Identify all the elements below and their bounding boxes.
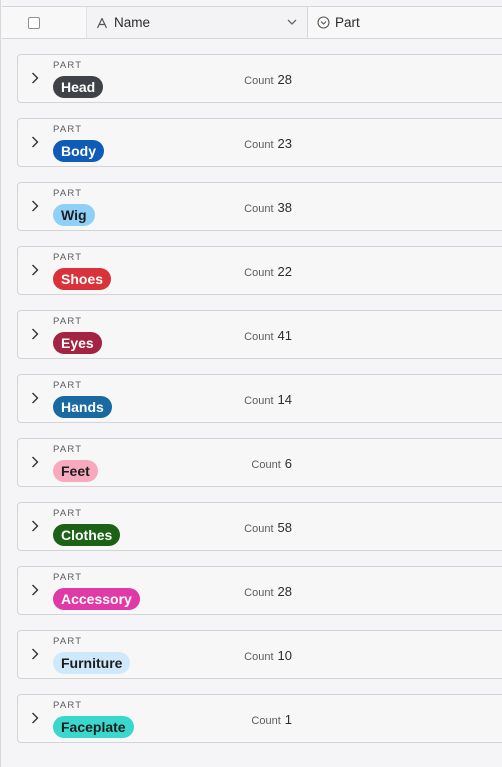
column-header-name-label: Name — [114, 15, 151, 30]
group-header-row[interactable]: PART Shoes Count 22 — [17, 246, 502, 295]
count-label: Count — [244, 331, 274, 343]
count-label: Count — [251, 715, 281, 727]
group-field-label: PART — [53, 316, 83, 327]
group-field-label: PART — [53, 60, 83, 71]
group-field-label: PART — [53, 188, 83, 199]
count-value: 6 — [284, 456, 292, 471]
group-count: Count 28 — [18, 72, 292, 87]
group-field-label: PART — [53, 700, 83, 711]
group-header-row[interactable]: PART Faceplate Count 1 — [17, 694, 502, 743]
group-count: Count 10 — [18, 648, 292, 663]
group-header-row[interactable]: PART Clothes Count 58 — [17, 502, 502, 551]
group-header-row[interactable]: PART Head Count 28 — [17, 54, 502, 103]
select-all-checkbox[interactable] — [28, 16, 40, 29]
count-value: 10 — [277, 648, 292, 663]
group-field-label: PART — [53, 380, 83, 391]
count-value: 22 — [277, 264, 292, 279]
count-value: 58 — [277, 520, 292, 535]
count-label: Count — [244, 651, 274, 663]
group-header-row[interactable]: PART Wig Count 38 — [17, 182, 502, 231]
group-count: Count 41 — [18, 328, 292, 343]
group-count: Count 22 — [18, 264, 292, 279]
count-label: Count — [244, 139, 274, 151]
count-label: Count — [244, 587, 274, 599]
column-header-part[interactable]: Part — [308, 7, 502, 38]
count-label: Count — [244, 523, 274, 535]
group-field-label: PART — [53, 444, 83, 455]
group-count: Count 1 — [18, 712, 292, 727]
count-label: Count — [244, 267, 274, 279]
group-field-label: PART — [53, 124, 83, 135]
group-count: Count 14 — [18, 392, 292, 407]
group-field-label: PART — [53, 572, 83, 583]
count-value: 28 — [277, 584, 292, 599]
group-count: Count 28 — [18, 584, 292, 599]
chevron-down-icon[interactable] — [286, 16, 298, 28]
single-select-icon — [316, 16, 330, 30]
count-label: Count — [244, 395, 274, 407]
group-count: Count 23 — [18, 136, 292, 151]
column-header-row: Name Part — [2, 6, 502, 39]
select-all-cell — [2, 7, 86, 38]
group-header-row[interactable]: PART Eyes Count 41 — [17, 310, 502, 359]
count-value: 41 — [277, 328, 292, 343]
group-count: Count 38 — [18, 200, 292, 215]
group-header-row[interactable]: PART Body Count 23 — [17, 118, 502, 167]
group-header-row[interactable]: PART Furniture Count 10 — [17, 630, 502, 679]
group-header-row[interactable]: PART Accessory Count 28 — [17, 566, 502, 615]
group-field-label: PART — [53, 636, 83, 647]
text-field-icon — [95, 16, 109, 30]
group-count: Count 58 — [18, 520, 292, 535]
count-label: Count — [244, 75, 274, 87]
count-value: 28 — [277, 72, 292, 87]
group-field-label: PART — [53, 252, 83, 263]
column-header-part-label: Part — [335, 15, 360, 30]
group-header-row[interactable]: PART Feet Count 6 — [17, 438, 502, 487]
count-value: 14 — [277, 392, 292, 407]
column-header-name[interactable]: Name — [86, 7, 308, 38]
group-count: Count 6 — [18, 456, 292, 471]
count-label: Count — [251, 459, 281, 471]
group-field-label: PART — [53, 508, 83, 519]
count-label: Count — [244, 203, 274, 215]
count-value: 1 — [284, 712, 292, 727]
grid-view: Name Part PART Head Count 28 PART Body Co… — [0, 0, 502, 767]
count-value: 38 — [277, 200, 292, 215]
count-value: 23 — [277, 136, 292, 151]
group-header-row[interactable]: PART Hands Count 14 — [17, 374, 502, 423]
